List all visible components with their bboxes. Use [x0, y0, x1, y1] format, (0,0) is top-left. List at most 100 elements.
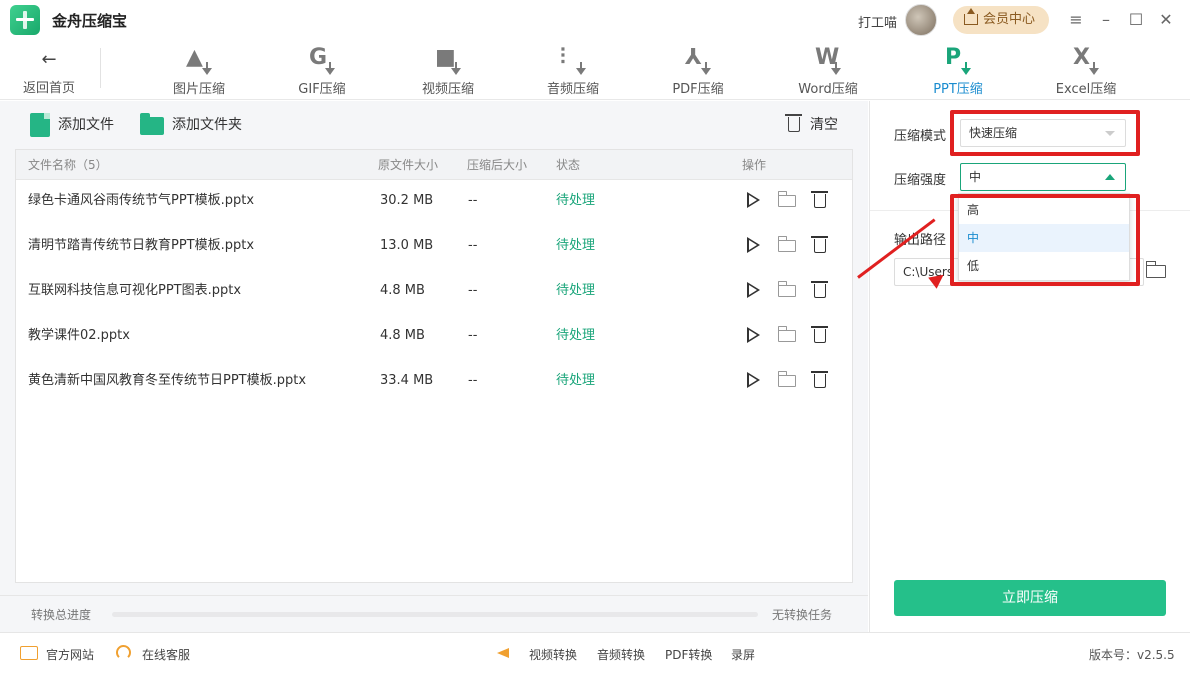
- play-icon[interactable]: [744, 371, 762, 389]
- close-icon[interactable]: ✕: [1156, 10, 1176, 30]
- tab-gif-compress[interactable]: G GIF压缩: [272, 44, 372, 100]
- tab-audio-compress[interactable]: ⫶ 音频压缩: [523, 44, 623, 100]
- add-folder-label: 添加文件夹: [172, 117, 242, 133]
- add-file-icon: [30, 113, 50, 137]
- clear-label: 清空: [810, 117, 838, 133]
- tab-excel-compress[interactable]: X Excel压缩: [1036, 44, 1136, 100]
- table-row: 黄色清新中国风教育冬至传统节日PPT模板.pptx 33.4 MB -- 待处理: [16, 358, 852, 403]
- table-row: 教学课件02.pptx 4.8 MB -- 待处理: [16, 313, 852, 358]
- tab-image-compress[interactable]: ▲ 图片压缩: [149, 44, 249, 100]
- online-support-link[interactable]: 在线客服: [116, 645, 190, 663]
- tab-label: 音频压缩: [546, 82, 599, 97]
- file-name: 互联网科技信息可视化PPT图表.pptx: [28, 283, 242, 298]
- footer-link-record[interactable]: 录屏: [731, 646, 755, 663]
- user-name[interactable]: 打工喵: [858, 12, 897, 31]
- file-panel: 添加文件 添加文件夹 清空 文件名称（5） 原文件大小 压缩后大小 状态 操作 …: [0, 101, 868, 632]
- footer-link-video[interactable]: 视频转换: [529, 646, 577, 663]
- official-website-link[interactable]: 官方网站: [20, 646, 94, 663]
- app-logo-icon: [10, 5, 40, 35]
- audio-compress-icon: ⫶: [556, 44, 590, 76]
- header-file-name: 文件名称（5）: [28, 158, 108, 172]
- open-folder-icon[interactable]: [777, 326, 796, 344]
- play-icon[interactable]: [744, 281, 762, 299]
- footer-link-pdf[interactable]: PDF转换: [665, 646, 712, 663]
- file-table: 文件名称（5） 原文件大小 压缩后大小 状态 操作 绿色卡通风谷雨传统节气PPT…: [15, 149, 853, 583]
- compress-now-button[interactable]: 立即压缩: [894, 580, 1166, 616]
- official-website-label: 官方网站: [46, 648, 95, 662]
- app-title: 金舟压缩宝: [52, 12, 128, 30]
- back-home-button[interactable]: ← 返回首页: [14, 48, 84, 100]
- settings-panel: 压缩模式 快速压缩 压缩强度 中 输出路径 C:\Users 立即压缩: [869, 101, 1190, 632]
- clear-button[interactable]: 清空: [784, 113, 838, 137]
- status-text: 待处理: [556, 238, 596, 253]
- tab-label: 图片压缩: [172, 82, 225, 97]
- ppt-compress-icon: P: [941, 44, 975, 76]
- mode-label: 压缩模式: [894, 129, 947, 144]
- header-status: 状态: [556, 158, 581, 172]
- image-compress-icon: ▲: [182, 44, 216, 76]
- feature-tabs: ← 返回首页 ▲ 图片压缩 G GIF压缩 ■ 视频压缩 ⫶ 音频压缩 ⅄ PD…: [0, 40, 1190, 100]
- tab-label: Word压缩: [798, 82, 858, 97]
- delete-icon[interactable]: [811, 191, 829, 209]
- header-compressed-size: 压缩后大小: [467, 158, 528, 172]
- tab-ppt-compress[interactable]: P PPT压缩: [908, 44, 1008, 100]
- delete-icon[interactable]: [811, 236, 829, 254]
- progress-status: 无转换任务: [772, 608, 833, 622]
- trash-icon: [785, 114, 802, 132]
- delete-icon[interactable]: [811, 326, 829, 344]
- table-header: 文件名称（5） 原文件大小 压缩后大小 状态 操作: [16, 150, 852, 180]
- play-icon[interactable]: [744, 236, 762, 254]
- tab-label: PPT压缩: [933, 82, 983, 97]
- highlight-dropdown-box: [950, 194, 1140, 286]
- member-center-button[interactable]: 会员中心: [953, 6, 1049, 34]
- play-icon[interactable]: [744, 326, 762, 344]
- tab-video-compress[interactable]: ■ 视频压缩: [398, 44, 498, 100]
- tab-pdf-compress[interactable]: ⅄ PDF压缩: [648, 44, 748, 100]
- crown-icon: [964, 8, 978, 25]
- original-size: 4.8 MB: [380, 328, 425, 343]
- status-text: 待处理: [556, 373, 596, 388]
- delete-icon[interactable]: [811, 281, 829, 299]
- member-center-label: 会员中心: [983, 12, 1036, 27]
- status-text: 待处理: [556, 193, 596, 208]
- arrow-left-icon: ←: [41, 49, 57, 70]
- open-folder-icon[interactable]: [777, 191, 796, 209]
- open-folder-icon[interactable]: [777, 236, 796, 254]
- tab-label: Excel压缩: [1055, 82, 1117, 97]
- status-text: 待处理: [556, 283, 596, 298]
- compressed-size: --: [468, 328, 478, 343]
- delete-icon[interactable]: [811, 371, 829, 389]
- video-compress-icon: ■: [431, 44, 465, 76]
- file-name: 教学课件02.pptx: [28, 328, 130, 343]
- maximize-icon[interactable]: ☐: [1126, 10, 1146, 30]
- progress-bar: [112, 612, 758, 617]
- excel-compress-icon: X: [1069, 44, 1103, 76]
- avatar[interactable]: [905, 4, 937, 36]
- tab-divider: [100, 48, 101, 88]
- original-size: 30.2 MB: [380, 193, 434, 208]
- tab-word-compress[interactable]: W Word压缩: [778, 44, 878, 100]
- add-file-label: 添加文件: [58, 117, 114, 133]
- open-folder-icon[interactable]: [777, 281, 796, 299]
- original-size: 13.0 MB: [380, 238, 434, 253]
- strength-label: 压缩强度: [894, 173, 947, 188]
- highlight-mode-box: [950, 110, 1140, 156]
- add-folder-button[interactable]: 添加文件夹: [140, 113, 242, 137]
- tab-label: 视频压缩: [421, 82, 474, 97]
- footer-link-audio[interactable]: 音频转换: [597, 646, 645, 663]
- play-icon[interactable]: [744, 191, 762, 209]
- add-folder-icon: [140, 113, 164, 135]
- progress-label: 转换总进度: [31, 608, 92, 622]
- tab-label: GIF压缩: [298, 82, 346, 97]
- menu-icon[interactable]: ≡: [1066, 10, 1086, 30]
- strength-value: 中: [969, 170, 982, 184]
- minimize-icon[interactable]: –: [1096, 10, 1116, 30]
- title-bar: 金舟压缩宝 打工喵 会员中心 ≡ – ☐ ✕: [0, 0, 1190, 40]
- browse-folder-icon[interactable]: [1145, 261, 1166, 278]
- pdf-compress-icon: ⅄: [681, 44, 715, 76]
- table-row: 互联网科技信息可视化PPT图表.pptx 4.8 MB -- 待处理: [16, 268, 852, 313]
- add-file-button[interactable]: 添加文件: [30, 113, 114, 137]
- back-home-label: 返回首页: [22, 81, 75, 96]
- open-folder-icon[interactable]: [777, 371, 796, 389]
- strength-select[interactable]: 中: [960, 163, 1126, 191]
